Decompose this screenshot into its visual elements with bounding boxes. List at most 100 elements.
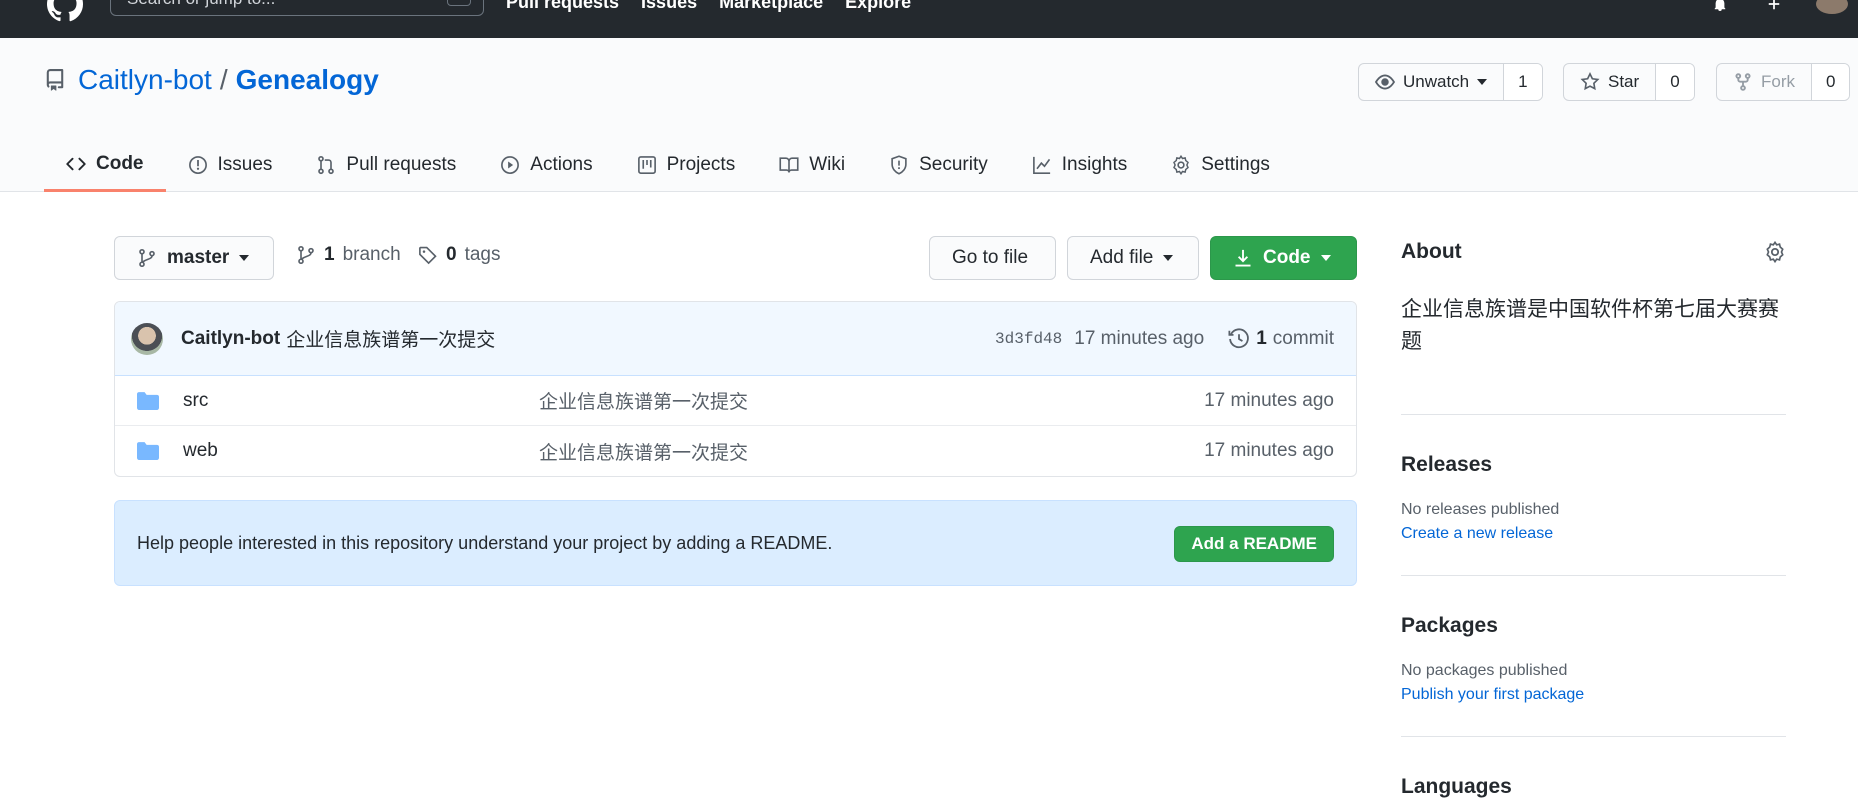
shield-icon [891, 155, 907, 175]
fork-button[interactable]: Fork [1717, 64, 1812, 100]
readme-prompt-text: Help people interested in this repositor… [137, 532, 833, 553]
fork-group: Fork 0 [1716, 63, 1851, 101]
tab-projects-label: Projects [666, 154, 736, 175]
repo-sidebar: About 企业信息族谱是中国软件杯第七届大赛赛题 Releases No re… [1401, 236, 1786, 799]
tab-pull-requests-label: Pull requests [346, 154, 457, 175]
file-row-src[interactable]: src 企业信息族谱第一次提交 17 minutes ago [115, 376, 1356, 426]
file-commit-message[interactable]: 企业信息族谱第一次提交 [539, 438, 748, 465]
readme-prompt: Help people interested in this repositor… [114, 500, 1357, 586]
branches-link[interactable]: 1 branch [296, 244, 401, 266]
chevron-down-icon [1477, 79, 1488, 85]
publish-package-link[interactable]: Publish your first package [1401, 686, 1786, 704]
tags-link[interactable]: 0 tags [418, 244, 501, 266]
commit-sha[interactable]: 3d3fd48 [995, 330, 1062, 348]
gear-icon[interactable] [1764, 241, 1786, 263]
tab-settings-label: Settings [1201, 154, 1270, 175]
releases-title[interactable]: Releases [1401, 453, 1786, 477]
star-group: Star 0 [1563, 63, 1695, 101]
code-download-button[interactable]: Code [1210, 236, 1357, 280]
sidebar-divider [1401, 414, 1786, 415]
nav-marketplace[interactable]: Marketplace [719, 0, 823, 13]
nav-pull-requests[interactable]: Pull requests [506, 0, 619, 13]
commit-history-link[interactable]: 1 commit [1228, 328, 1334, 350]
repo-title: Caitlyn-bot / Genealogy [44, 64, 379, 96]
packages-section: Packages No packages published Publish y… [1401, 614, 1786, 704]
code-icon [66, 157, 86, 170]
repo-name-link[interactable]: Genealogy [236, 64, 379, 96]
commit-author[interactable]: Caitlyn-bot [181, 328, 280, 350]
latest-commit-row: Caitlyn-bot 企业信息族谱第一次提交 3d3fd48 17 minut… [115, 302, 1356, 376]
tab-insights[interactable]: Insights [1010, 138, 1149, 192]
book-icon [779, 157, 799, 173]
chevron-down-icon [1320, 255, 1331, 261]
branch-select-button[interactable]: master [114, 236, 274, 280]
repo-header: Caitlyn-bot / Genealogy Unwatch 1 Star 0… [0, 38, 1858, 192]
tab-issues[interactable]: Issues [166, 138, 295, 192]
tab-issues-label: Issues [217, 154, 273, 175]
star-button[interactable]: Star [1564, 64, 1657, 100]
tab-wiki[interactable]: Wiki [757, 138, 867, 192]
tab-settings[interactable]: Settings [1149, 138, 1292, 192]
commit-meta: 3d3fd48 17 minutes ago 1 commit [995, 328, 1334, 350]
tab-projects[interactable]: Projects [615, 138, 758, 192]
file-list: Caitlyn-bot 企业信息族谱第一次提交 3d3fd48 17 minut… [114, 301, 1357, 477]
create-release-link[interactable]: Create a new release [1401, 525, 1786, 543]
tab-code[interactable]: Code [44, 138, 166, 192]
issue-icon [188, 156, 207, 174]
add-readme-button[interactable]: Add a README [1174, 526, 1334, 562]
tag-count: 0 [446, 244, 457, 265]
play-icon [501, 156, 520, 174]
about-description: 企业信息族谱是中国软件杯第七届大赛赛题 [1401, 298, 1779, 353]
tag-icon [419, 246, 437, 265]
code-button-label: Code [1263, 247, 1311, 268]
user-avatar[interactable] [1816, 0, 1848, 14]
fork-count[interactable]: 0 [1812, 64, 1850, 100]
project-icon [637, 156, 656, 174]
bell-icon[interactable] [1708, 0, 1732, 11]
sidebar-divider [1401, 575, 1786, 576]
author-avatar[interactable] [131, 322, 163, 355]
watch-count[interactable]: 1 [1504, 64, 1542, 100]
search-input[interactable]: Search or jump to... [110, 0, 484, 16]
branch-name: master [167, 247, 230, 268]
tab-security[interactable]: Security [867, 138, 1010, 192]
watch-group: Unwatch 1 [1358, 63, 1543, 101]
file-commit-message[interactable]: 企业信息族谱第一次提交 [539, 387, 748, 414]
nav-explore[interactable]: Explore [845, 0, 911, 13]
file-name[interactable]: src [183, 390, 539, 412]
header-right [1708, 0, 1858, 14]
pull-request-icon [318, 155, 335, 175]
packages-empty-text: No packages published [1401, 662, 1568, 679]
file-row-web[interactable]: web 企业信息族谱第一次提交 17 minutes ago [115, 426, 1356, 476]
releases-empty-text: No releases published [1401, 501, 1560, 518]
gear-icon [1173, 155, 1190, 175]
star-count[interactable]: 0 [1656, 64, 1694, 100]
chevron-down-icon [1163, 255, 1174, 261]
tab-wiki-label: Wiki [809, 154, 846, 175]
packages-title[interactable]: Packages [1401, 614, 1786, 638]
tab-actions[interactable]: Actions [478, 138, 614, 192]
top-header: Search or jump to... Pull requests Issue… [0, 0, 1858, 38]
tag-label: tags [464, 244, 501, 265]
add-file-button[interactable]: Add file [1067, 236, 1199, 280]
go-to-file-button[interactable]: Go to file [929, 236, 1056, 280]
repo-owner-link[interactable]: Caitlyn-bot [78, 64, 212, 96]
plus-icon[interactable] [1762, 0, 1786, 11]
tab-pull-requests[interactable]: Pull requests [294, 138, 478, 192]
tab-code-label: Code [96, 152, 144, 174]
unwatch-button[interactable]: Unwatch [1359, 64, 1505, 100]
file-name[interactable]: web [183, 440, 539, 462]
branch-label: branch [342, 244, 401, 265]
branch-icon [139, 248, 155, 268]
branch-icon [298, 245, 314, 265]
history-icon [1228, 327, 1249, 348]
global-nav: Pull requests Issues Marketplace Explore [506, 0, 911, 13]
commit-count: 1 [1256, 327, 1267, 349]
nav-issues[interactable]: Issues [641, 0, 697, 13]
about-header: About [1401, 236, 1786, 268]
tab-security-label: Security [919, 154, 988, 175]
star-icon [1580, 72, 1600, 91]
repo-icon [46, 69, 64, 91]
github-logo-icon[interactable] [40, 0, 90, 22]
commit-message[interactable]: 企业信息族谱第一次提交 [286, 325, 495, 352]
